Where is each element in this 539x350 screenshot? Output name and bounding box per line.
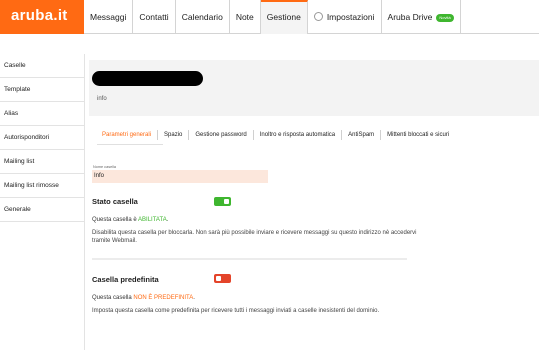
new-badge: Novità xyxy=(436,14,454,22)
name-field[interactable] xyxy=(92,170,268,183)
status-prefix: Questa casella è xyxy=(92,217,139,223)
default-line: Questa casella NON È PREDEFINITA. xyxy=(92,295,195,301)
default-prefix: Questa casella xyxy=(92,295,134,301)
status-value: ABILITATA xyxy=(138,217,167,223)
settings-subtabs: Parametri generali Spazio Gestione passw… xyxy=(97,130,455,144)
subtab-spazio[interactable]: Spazio xyxy=(158,130,190,140)
subtab-mittenti[interactable]: Mittenti bloccati e sicuri xyxy=(381,130,455,140)
status-toggle[interactable] xyxy=(214,197,231,206)
status-suffix: . xyxy=(166,217,169,223)
sidebar: Caselle Template Alias Autorisponditori … xyxy=(0,54,84,222)
tab-contatti[interactable]: Contatti xyxy=(133,0,176,34)
name-field-label: Nome casella xyxy=(93,165,117,169)
subtab-gestione-password[interactable]: Gestione password xyxy=(189,130,254,140)
tab-impostazioni-label: Impostazioni xyxy=(326,12,375,22)
sidebar-divider xyxy=(84,54,85,350)
section-divider xyxy=(92,258,407,260)
default-section-title: Casella predefinita xyxy=(92,275,159,284)
tab-gestione[interactable]: Gestione xyxy=(260,0,308,34)
aruba-logo[interactable]: aruba.it xyxy=(0,0,84,34)
redacted-address xyxy=(92,71,203,86)
gear-icon xyxy=(313,12,323,21)
default-toggle[interactable] xyxy=(214,274,231,283)
toggle-knob xyxy=(224,199,229,204)
toggle-knob xyxy=(216,276,221,281)
sidebar-item-generale[interactable]: Generale xyxy=(0,198,84,222)
mailbox-header-panel xyxy=(89,60,539,116)
sidebar-item-mailing-list[interactable]: Mailing list xyxy=(0,150,84,174)
main-tabs: Messaggi Contatti Calendario Note Gestio… xyxy=(84,0,461,34)
subtab-underline xyxy=(97,144,163,145)
sidebar-item-mailing-list-rimosse[interactable]: Mailing list rimosse xyxy=(0,174,84,198)
sidebar-item-template[interactable]: Template xyxy=(0,78,84,102)
tab-messaggi[interactable]: Messaggi xyxy=(84,0,134,34)
top-navigation-bar: aruba.it Messaggi Contatti Calendario No… xyxy=(0,0,539,34)
sidebar-item-caselle[interactable]: Caselle xyxy=(0,54,84,78)
tab-aruba-drive[interactable]: Aruba Drive Novità xyxy=(382,0,461,34)
status-section-title: Stato casella xyxy=(92,197,138,206)
default-suffix: . xyxy=(193,295,195,301)
subtab-inoltro-risposta[interactable]: Inoltro e risposta automatica xyxy=(254,130,343,140)
status-description: Disabilita questa casella per bloccarla.… xyxy=(92,230,417,244)
sidebar-item-autorisponditori[interactable]: Autorisponditori xyxy=(0,126,84,150)
tab-aruba-drive-label: Aruba Drive xyxy=(387,12,433,22)
subtab-parametri-generali[interactable]: Parametri generali xyxy=(97,130,159,140)
default-description: Imposta questa casella come predefinita … xyxy=(92,308,380,314)
tab-note[interactable]: Note xyxy=(230,0,261,34)
subtab-antispam[interactable]: AntiSpam xyxy=(342,130,382,140)
default-value: NON È PREDEFINITA xyxy=(133,295,194,301)
sidebar-item-alias[interactable]: Alias xyxy=(0,102,84,126)
tab-impostazioni[interactable]: Impostazioni xyxy=(308,0,382,34)
tab-calendario[interactable]: Calendario xyxy=(176,0,230,34)
mailbox-name: info xyxy=(97,96,107,102)
status-line: Questa casella è ABILITATA. xyxy=(92,217,168,223)
